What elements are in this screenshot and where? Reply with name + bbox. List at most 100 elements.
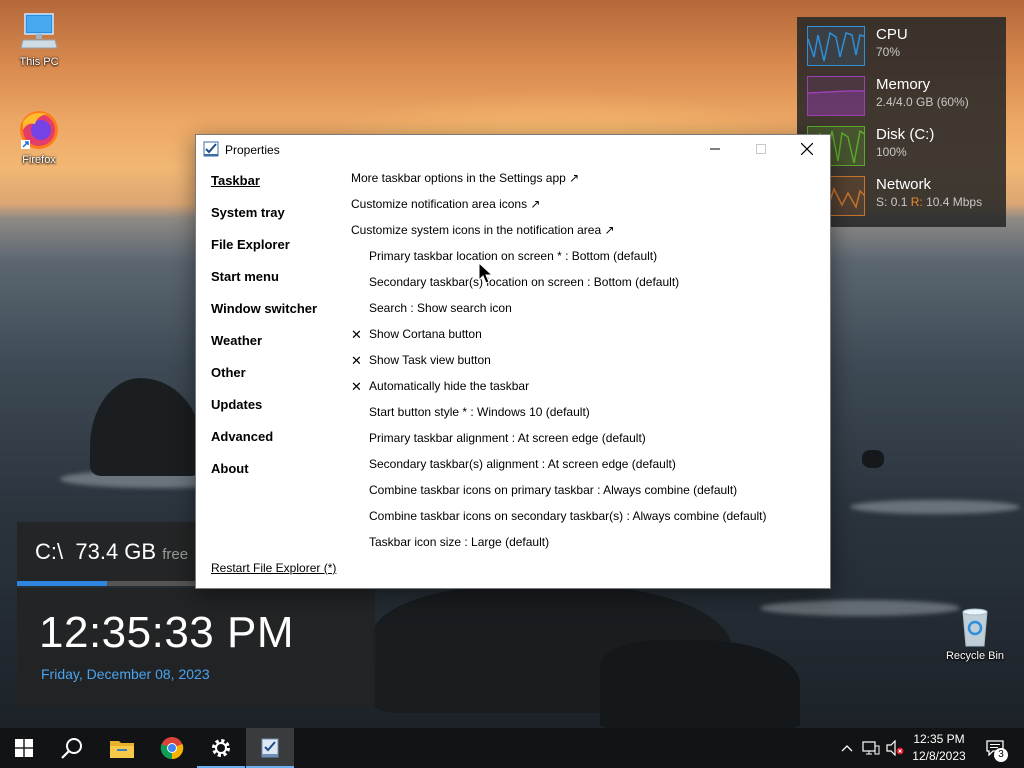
- mouse-cursor-icon: [478, 262, 494, 284]
- start-button[interactable]: [0, 728, 48, 768]
- option-label: Secondary taskbar(s) location on screen …: [369, 275, 680, 289]
- nav-item-system-tray[interactable]: System tray: [211, 205, 285, 220]
- taskbar-clock[interactable]: 12:35 PM 12/8/2023: [906, 731, 972, 765]
- minimize-button[interactable]: [692, 135, 738, 163]
- chevron-up-icon: [841, 745, 853, 752]
- window-titlebar[interactable]: Properties: [196, 135, 830, 163]
- notification-icons-link[interactable]: Customize notification area icons ↗: [351, 197, 540, 211]
- properties-window: Properties Taskbar System tray File Expl…: [195, 134, 831, 589]
- system-icons-link[interactable]: Customize system icons in the notificati…: [351, 223, 615, 237]
- option-label: Show Task view button: [369, 353, 491, 367]
- file-explorer-button[interactable]: [98, 728, 146, 768]
- disk-usage-bar: [17, 581, 196, 586]
- send-value: 0.1: [890, 195, 908, 209]
- nav-item-taskbar[interactable]: Taskbar: [211, 173, 260, 188]
- properties-taskbar-button[interactable]: [246, 728, 294, 768]
- windows-start-icon: [15, 739, 33, 757]
- option-auto-hide-taskbar[interactable]: ✕ Automatically hide the taskbar: [351, 379, 530, 394]
- desktop-icon-label: Firefox: [22, 154, 56, 166]
- close-button[interactable]: [784, 135, 830, 163]
- notification-count-badge: 3: [994, 748, 1008, 762]
- settings-gear-icon: [212, 739, 230, 757]
- option-secondary-taskbar-location[interactable]: Secondary taskbar(s) location on screen …: [369, 275, 679, 289]
- settings-app-link[interactable]: More taskbar options in the Settings app…: [351, 171, 579, 185]
- nav-item-about[interactable]: About: [211, 461, 249, 476]
- network-monitor: Network S: 0.1 R: 10.4 Mbps: [807, 176, 1002, 218]
- cpu-graph: [807, 26, 865, 66]
- minimize-icon: [710, 148, 720, 150]
- memory-monitor: Memory 2.4/4.0 GB (60%): [807, 76, 1002, 118]
- taskbar-time: 12:35 PM: [913, 732, 965, 746]
- cpu-label: CPU: [876, 26, 908, 43]
- free-space-value: 73.4 GB: [75, 539, 157, 564]
- disk-monitor: Disk (C:) 100%: [807, 126, 1002, 168]
- clock-date: Friday, December 08, 2023: [41, 666, 210, 682]
- close-icon: [801, 143, 813, 155]
- cpu-value: 70%: [876, 45, 901, 59]
- checkbox-x-icon: ✕: [351, 379, 362, 394]
- nav-item-other[interactable]: Other: [211, 365, 246, 380]
- maximize-button[interactable]: [738, 135, 784, 163]
- desktop-icon-this-pc[interactable]: This PC: [4, 10, 74, 68]
- option-show-cortana[interactable]: ✕ Show Cortana button: [351, 327, 482, 342]
- volume-tray-button[interactable]: [884, 728, 906, 768]
- disk-space-widget: C:\ 73.4 GB free: [17, 522, 196, 586]
- memory-label: Memory: [876, 76, 931, 93]
- properties-app-icon: [203, 141, 219, 157]
- option-icon-size[interactable]: Taskbar icon size : Large (default): [369, 535, 549, 549]
- taskbar: 12:35 PM 12/8/2023: [0, 728, 1024, 768]
- option-label: Combine taskbar icons on primary taskbar…: [369, 483, 738, 497]
- option-label: Search : Show search icon: [369, 301, 512, 315]
- computer-icon: [20, 13, 58, 49]
- recycle-bin-icon: [962, 608, 988, 647]
- option-label: Show Cortana button: [369, 327, 482, 341]
- chrome-button[interactable]: [148, 728, 196, 768]
- desktop-icon-recycle-bin[interactable]: Recycle Bin: [940, 604, 1010, 662]
- drive-label: C:\: [35, 539, 64, 564]
- nav-item-window-switcher[interactable]: Window switcher: [211, 301, 317, 316]
- option-primary-taskbar-location[interactable]: Primary taskbar location on screen * : B…: [369, 249, 657, 263]
- settings-button[interactable]: [197, 728, 245, 768]
- nav-item-updates[interactable]: Updates: [211, 397, 262, 412]
- desktop-icon-firefox[interactable]: Firefox: [4, 108, 74, 166]
- nav-item-file-explorer[interactable]: File Explorer: [211, 237, 290, 252]
- search-button[interactable]: [48, 728, 96, 768]
- nav-item-start-menu[interactable]: Start menu: [211, 269, 279, 284]
- chrome-icon: [160, 737, 184, 760]
- desktop-icon-label: Recycle Bin: [945, 650, 1005, 662]
- action-center-button[interactable]: [978, 728, 1012, 768]
- maximize-icon: [756, 144, 766, 154]
- firefox-icon: [20, 111, 58, 149]
- volume-muted-icon: [886, 740, 904, 756]
- memory-graph: [807, 76, 865, 116]
- nav-item-weather[interactable]: Weather: [211, 333, 262, 348]
- option-primary-alignment[interactable]: Primary taskbar alignment : At screen ed…: [369, 431, 646, 445]
- restart-file-explorer-link[interactable]: Restart File Explorer (*): [211, 561, 336, 575]
- network-tray-button[interactable]: [860, 728, 882, 768]
- option-start-button-style[interactable]: Start button style * : Windows 10 (defau…: [369, 405, 590, 419]
- show-hidden-icons-button[interactable]: [838, 728, 856, 768]
- disk-usage-fill: [17, 581, 107, 586]
- option-label: Primary taskbar alignment : At screen ed…: [369, 431, 646, 445]
- desktop-icon-label: This PC: [19, 56, 59, 68]
- window-title: Properties: [225, 143, 280, 157]
- network-label: Network: [876, 176, 932, 193]
- option-search[interactable]: Search : Show search icon: [369, 301, 512, 315]
- properties-app-icon: [261, 738, 279, 758]
- option-show-task-view[interactable]: ✕ Show Task view button: [351, 353, 491, 368]
- cpu-monitor: CPU 70%: [807, 26, 1002, 68]
- checkbox-x-icon: ✕: [351, 327, 362, 342]
- free-space-suffix: free: [162, 546, 189, 563]
- option-combine-primary[interactable]: Combine taskbar icons on primary taskbar…: [369, 483, 737, 497]
- sea-rock: [600, 640, 800, 728]
- option-combine-secondary[interactable]: Combine taskbar icons on secondary taskb…: [369, 509, 767, 523]
- option-label: Automatically hide the taskbar: [369, 379, 530, 393]
- file-explorer-icon: [110, 741, 134, 758]
- memory-value: 2.4/4.0 GB (60%): [876, 95, 969, 109]
- option-secondary-alignment[interactable]: Secondary taskbar(s) alignment : At scre…: [369, 457, 676, 471]
- option-label: Taskbar icon size : Large (default): [369, 535, 550, 549]
- nav-item-advanced[interactable]: Advanced: [211, 429, 273, 444]
- search-icon: [61, 738, 82, 759]
- option-label: Combine taskbar icons on secondary taskb…: [369, 509, 767, 523]
- clock-widget: 12:35:33 PM Friday, December 08, 2023: [17, 588, 375, 706]
